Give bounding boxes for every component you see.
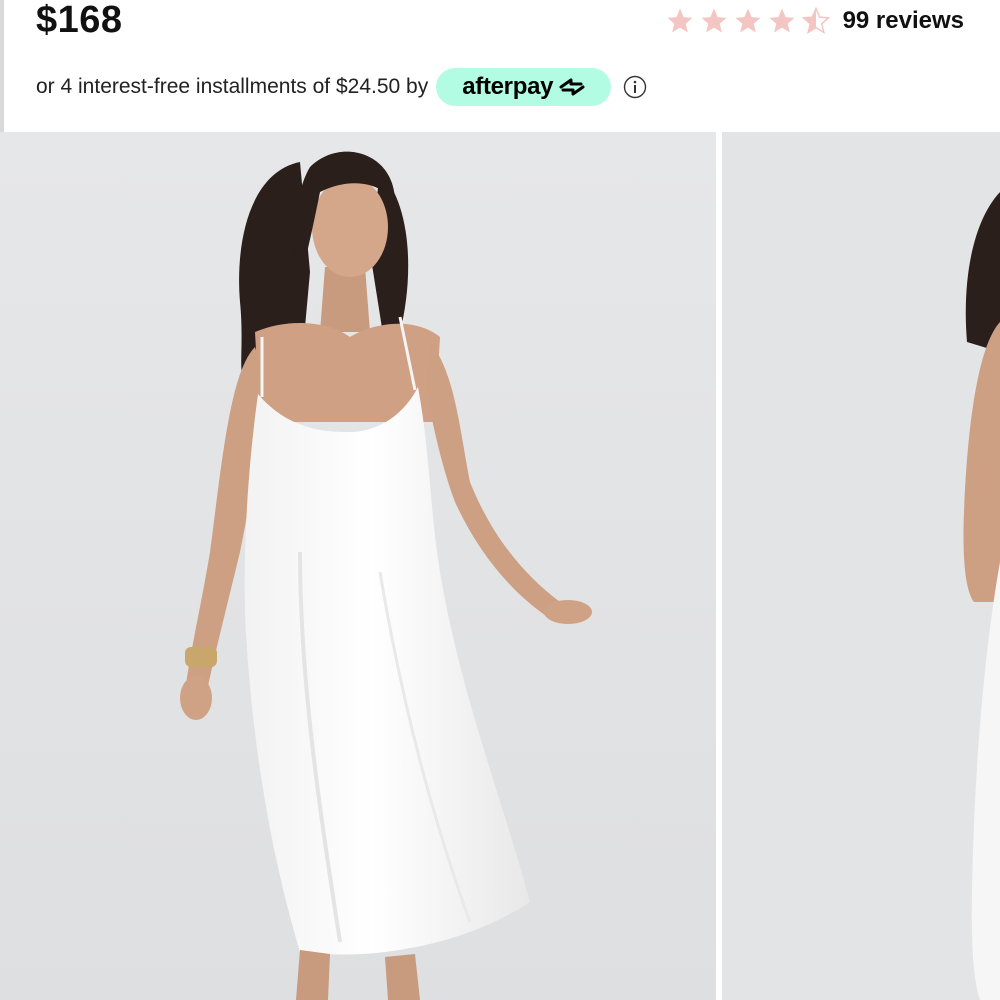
star-icon-full	[701, 8, 727, 33]
model-illustration	[0, 132, 716, 1000]
installments-row: or 4 interest-free installments of $24.5…	[36, 68, 647, 106]
star-icon-full	[735, 8, 761, 33]
info-circle-icon[interactable]	[623, 75, 647, 99]
model-illustration-partial	[722, 132, 1000, 1000]
afterpay-arrows-icon	[559, 78, 585, 96]
installments-text: or 4 interest-free installments of $24.5…	[36, 75, 429, 98]
star-icon-full	[667, 8, 693, 33]
product-gallery	[0, 132, 1000, 1000]
left-border	[0, 0, 4, 132]
star-icon-full	[769, 8, 795, 33]
afterpay-badge[interactable]: afterpay	[436, 68, 612, 106]
product-price: $168	[36, 0, 123, 41]
product-photo-front[interactable]	[0, 132, 716, 1000]
product-page: $168 99 reviews or 4 interest-free insta…	[0, 0, 1000, 1000]
review-count-link[interactable]: 99 reviews	[843, 7, 964, 35]
star-icon-half	[801, 6, 830, 35]
afterpay-logo-text: afterpay	[462, 73, 554, 100]
rating-summary[interactable]: 99 reviews	[665, 6, 964, 36]
star-rating	[665, 6, 831, 36]
product-photo-side[interactable]	[722, 132, 1000, 1000]
